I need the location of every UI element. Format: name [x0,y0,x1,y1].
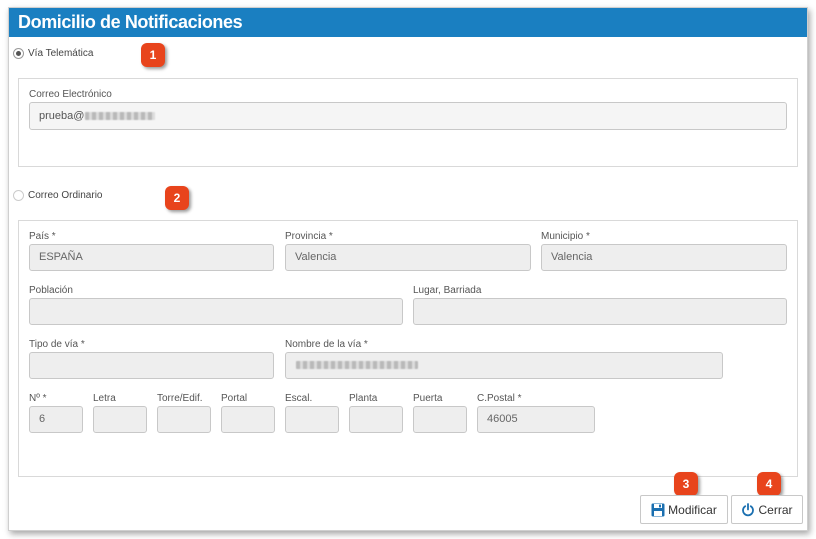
provincia-field[interactable]: Valencia [285,244,531,271]
tipo-via-label: Tipo de vía * [29,339,85,350]
municipio-label: Municipio * [541,231,590,242]
pais-field[interactable]: ESPAÑA [29,244,274,271]
panel-title: Domicilio de Notificaciones [18,12,243,32]
lugar-field[interactable] [413,298,787,325]
municipio-field[interactable]: Valencia [541,244,787,271]
nombre-via-field[interactable] [285,352,723,379]
radio-button-telematica[interactable] [13,48,24,59]
pais-label: País * [29,231,56,242]
telematica-section: Correo Electrónico prueba@ [18,78,798,167]
torre-label: Torre/Edif. [157,393,203,404]
radio-via-telematica[interactable]: Vía Telemática [13,48,93,59]
poblacion-field[interactable] [29,298,403,325]
cpostal-field[interactable]: 46005 [477,406,595,433]
planta-label: Planta [349,393,378,404]
redacted-email [85,112,156,121]
modificar-button[interactable]: Modificar [640,495,728,524]
save-icon [651,503,665,516]
notification-address-panel: Domicilio de Notificaciones Vía Telemáti… [8,7,808,531]
letra-label: Letra [93,393,116,404]
email-label: Correo Electrónico [29,89,112,100]
escalera-field[interactable] [285,406,339,433]
annotation-badge-1: 1 [141,43,165,67]
cerrar-label: Cerrar [758,502,793,517]
annotation-badge-3: 3 [674,472,698,496]
radio-label-ordinario: Correo Ordinario [28,190,103,201]
annotation-badge-4: 4 [757,472,781,496]
cpostal-label: C.Postal * [477,393,522,404]
letra-field[interactable] [93,406,147,433]
numero-field[interactable]: 6 [29,406,83,433]
portal-label: Portal [221,393,248,404]
escalera-label: Escal. [285,393,313,404]
nombre-via-label: Nombre de la vía * [285,339,368,350]
power-icon [742,502,755,516]
radio-button-ordinario[interactable] [13,190,24,201]
poblacion-label: Población [29,285,73,296]
puerta-label: Puerta [413,393,443,404]
redacted-street [296,361,418,370]
planta-field[interactable] [349,406,403,433]
portal-field[interactable] [221,406,275,433]
radio-correo-ordinario[interactable]: Correo Ordinario [13,190,102,201]
provincia-label: Provincia * [285,231,333,242]
lugar-label: Lugar, Barriada [413,285,482,296]
annotation-badge-2: 2 [165,186,189,210]
email-field[interactable]: prueba@ [29,102,787,130]
tipo-via-field[interactable] [29,352,274,379]
modificar-label: Modificar [668,502,717,517]
torre-field[interactable] [157,406,211,433]
puerta-field[interactable] [413,406,467,433]
radio-label-telematica: Vía Telemática [28,48,94,59]
panel-header: Domicilio de Notificaciones [9,8,807,37]
cerrar-button[interactable]: Cerrar [731,495,803,524]
numero-label: Nº * [29,393,47,404]
ordinario-section: País * ESPAÑA Provincia * Valencia Munic… [18,220,798,477]
